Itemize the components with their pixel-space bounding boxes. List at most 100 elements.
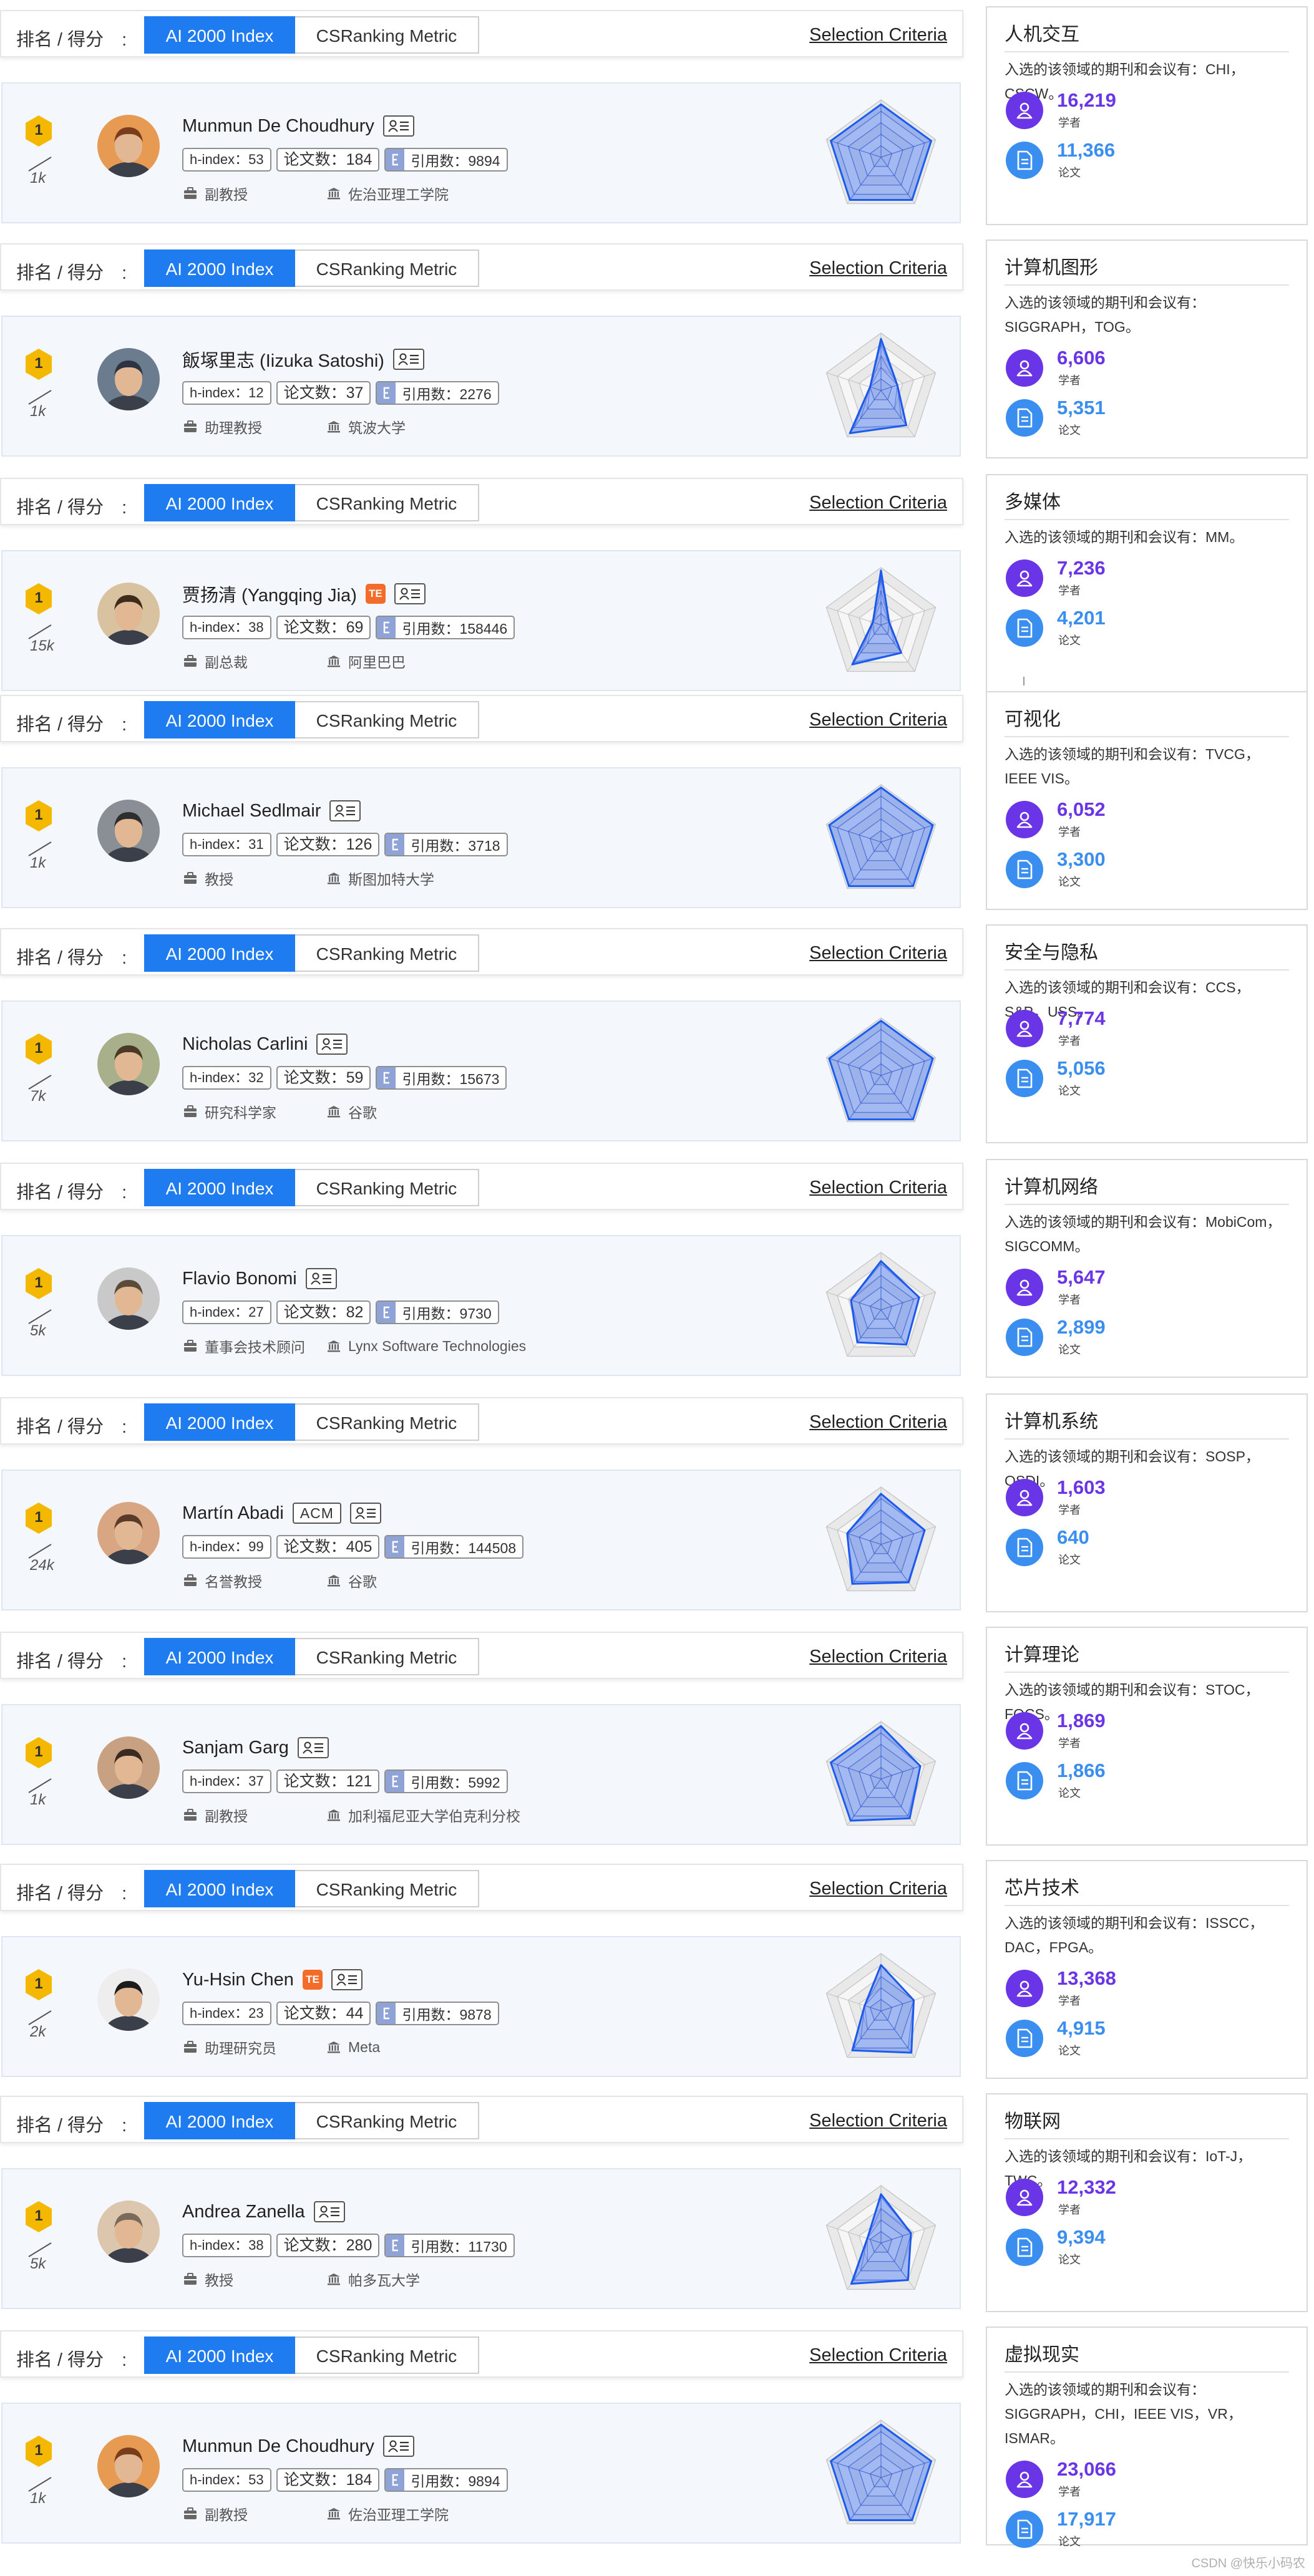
tab-ai2000-index[interactable]: AI 2000 Index — [144, 249, 295, 287]
tab-csranking-metric[interactable]: CSRanking Metric — [295, 934, 479, 972]
tab-ai2000-index[interactable]: AI 2000 Index — [144, 1870, 295, 1907]
tab-csranking-metric[interactable]: CSRanking Metric — [295, 16, 479, 54]
selection-criteria-link[interactable]: Selection Criteria — [809, 943, 947, 964]
author-name[interactable]: Michael Sedlmair — [182, 801, 321, 821]
tab-csranking-metric[interactable]: CSRanking Metric — [295, 1638, 479, 1675]
tab-csranking-metric[interactable]: CSRanking Metric — [295, 484, 479, 521]
profile-card-icon[interactable] — [392, 349, 424, 370]
tab-ai2000-index[interactable]: AI 2000 Index — [144, 1403, 295, 1441]
organization-item[interactable]: 佐治亚理工学院 — [327, 2503, 449, 2524]
profile-card-icon[interactable] — [313, 2201, 345, 2222]
selection-criteria-link[interactable]: Selection Criteria — [809, 1412, 947, 1433]
organization-item[interactable]: 帕多瓦大学 — [327, 2269, 420, 2290]
organization-item[interactable]: 谷歌 — [327, 1570, 377, 1591]
author-name[interactable]: Flavio Bonomi — [182, 1269, 297, 1289]
profile-card-icon[interactable] — [297, 1737, 329, 1758]
author-card[interactable]: 1 1k 飯塚里志 (Iizuka Satoshi) h-index：12 论文数：37… — [1, 316, 961, 457]
selection-criteria-link[interactable]: Selection Criteria — [809, 25, 947, 46]
author-name[interactable]: Martín Abadi — [182, 1503, 284, 1524]
organization-item[interactable]: Lynx Software Technologies — [327, 1338, 526, 1355]
avatar[interactable] — [97, 2435, 160, 2497]
profile-card-icon[interactable] — [349, 1503, 381, 1524]
domain-card[interactable]: 物联网入选的该领域的期刊和会议有：IoT-J，TWC。12,332学者9,394… — [986, 2093, 1308, 2312]
organization-item[interactable]: 佐治亚理工学院 — [327, 183, 449, 204]
author-name[interactable]: Munmun De Choudhury — [182, 116, 374, 137]
author-card[interactable]: 1 1k Sanjam Garg h-index：37 论文数：121 引用数：5992 副… — [1, 1704, 961, 1845]
profile-card-icon[interactable] — [382, 2436, 414, 2457]
avatar[interactable] — [97, 348, 160, 410]
tab-ai2000-index[interactable]: AI 2000 Index — [144, 16, 295, 54]
domain-card[interactable]: 计算理论 入选的该领域的期刊和会议有：STOC，FOCS。 1,869 学者 1,866… — [986, 1627, 1308, 1846]
organization-item[interactable]: 阿里巴巴 — [327, 651, 406, 672]
profile-card-icon[interactable] — [329, 800, 361, 821]
tab-ai2000-index[interactable]: AI 2000 Index — [144, 484, 295, 521]
domain-card[interactable]: 安全与隐私 入选的该领域的期刊和会议有：CCS，S&P，USS。 7,774 学者 5,… — [986, 924, 1308, 1143]
avatar[interactable] — [97, 1033, 160, 1095]
acm-badge[interactable]: ACM — [292, 1503, 341, 1524]
profile-card-icon[interactable] — [305, 1268, 337, 1289]
domain-card[interactable]: 虚拟现实 入选的该领域的期刊和会议有：SIGGRAPH，CHI，IEEE VIS，… — [986, 2327, 1308, 2548]
author-name[interactable]: Sanjam Garg — [182, 1738, 289, 1758]
selection-criteria-link[interactable]: Selection Criteria — [809, 1879, 947, 1899]
domain-card[interactable]: 芯片技术 入选的该领域的期刊和会议有：ISSCC，DAC，FPGA。 13,368 学… — [986, 1860, 1308, 2079]
tab-csranking-metric[interactable]: CSRanking Metric — [295, 1169, 479, 1206]
domain-card[interactable]: 多媒体 入选的该领域的期刊和会议有：MM。 7,236 学者 4,201 论文 — [986, 474, 1308, 693]
author-name[interactable]: Nicholas Carlini — [182, 1034, 308, 1055]
author-card[interactable]: 1 2k Yu-Hsin Chen TE h-index：23 论文数：44 引用数：987… — [1, 1936, 961, 2077]
domain-card[interactable]: 计算机网络 入选的该领域的期刊和会议有：MobiCom，SIGCOMM。 5,647… — [986, 1159, 1308, 1378]
profile-card-icon[interactable] — [382, 115, 414, 137]
selection-criteria-link[interactable]: Selection Criteria — [809, 258, 947, 279]
avatar[interactable] — [97, 115, 160, 177]
selection-criteria-link[interactable]: Selection Criteria — [809, 2111, 947, 2131]
tab-csranking-metric[interactable]: CSRanking Metric — [295, 1403, 479, 1441]
domain-card[interactable]: 可视化 入选的该领域的期刊和会议有：TVCG，IEEE VIS。 6,052 学者 3,… — [986, 691, 1308, 910]
tab-ai2000-index[interactable]: AI 2000 Index — [144, 701, 295, 738]
organization-item[interactable]: Meta — [327, 2039, 380, 2056]
tab-ai2000-index[interactable]: AI 2000 Index — [144, 2102, 295, 2139]
author-card[interactable]: 1 5k Andrea Zanella h-index：38 论文数：280 引用数：11… — [1, 2168, 961, 2309]
selection-criteria-link[interactable]: Selection Criteria — [809, 493, 947, 513]
author-card[interactable]: 1 15k 贾扬清 (Yangqing Jia) TE h-index：38 论文数：69… — [1, 550, 961, 691]
tab-csranking-metric[interactable]: CSRanking Metric — [295, 1870, 479, 1907]
selection-criteria-link[interactable]: Selection Criteria — [809, 2345, 947, 2366]
tab-ai2000-index[interactable]: AI 2000 Index — [144, 1169, 295, 1206]
tab-ai2000-index[interactable]: AI 2000 Index — [144, 2336, 295, 2374]
profile-card-icon[interactable] — [331, 1969, 363, 1990]
domain-card[interactable]: 人机交互 入选的该领域的期刊和会议有：CHI，CSCW。 16,219 学者 11,36… — [986, 6, 1308, 225]
profile-card-icon[interactable] — [394, 583, 426, 604]
author-name[interactable]: 贾扬清 (Yangqing Jia) — [182, 581, 357, 607]
avatar[interactable] — [97, 1736, 160, 1799]
avatar[interactable] — [97, 1968, 160, 2031]
organization-item[interactable]: 筑波大学 — [327, 416, 406, 437]
domain-card[interactable]: 计算机系统入选的该领域的期刊和会议有：SOSP，OSDI。1,603学者640论… — [986, 1393, 1308, 1612]
author-card[interactable]: 1 1k Munmun De Choudhury h-index：53 论文数：184 引… — [1, 2403, 961, 2544]
author-name[interactable]: Andrea Zanella — [182, 2202, 305, 2222]
author-name[interactable]: 飯塚里志 (Iizuka Satoshi) — [182, 346, 384, 372]
tab-csranking-metric[interactable]: CSRanking Metric — [295, 2336, 479, 2374]
avatar[interactable] — [97, 1502, 160, 1564]
author-name[interactable]: Munmun De Choudhury — [182, 2436, 374, 2457]
organization-item[interactable]: 斯图加特大学 — [327, 868, 434, 889]
selection-criteria-link[interactable]: Selection Criteria — [809, 1647, 947, 1667]
selection-criteria-link[interactable]: Selection Criteria — [809, 1178, 947, 1198]
tab-csranking-metric[interactable]: CSRanking Metric — [295, 249, 479, 287]
organization-item[interactable]: 谷歌 — [327, 1101, 377, 1122]
tab-ai2000-index[interactable]: AI 2000 Index — [144, 1638, 295, 1675]
domain-card[interactable]: 计算机图形 入选的该领域的期刊和会议有：SIGGRAPH，TOG。 6,606 学者 5… — [986, 240, 1308, 458]
selection-criteria-link[interactable]: Selection Criteria — [809, 710, 947, 730]
avatar[interactable] — [97, 1267, 160, 1330]
author-card[interactable]: 1 7k Nicholas Carlini h-index：32 论文数：59 引用数：1… — [1, 1000, 961, 1141]
tab-csranking-metric[interactable]: CSRanking Metric — [295, 2102, 479, 2139]
author-card[interactable]: 1 1k Munmun De Choudhury h-index：53 论文数：184 引… — [1, 82, 961, 223]
tab-ai2000-index[interactable]: AI 2000 Index — [144, 934, 295, 972]
author-card[interactable]: 1 1k Michael Sedlmair h-index：31 论文数：126 引用数：… — [1, 767, 961, 908]
author-card[interactable]: 1 24k Martín Abadi ACM h-index：99 论文数：405 引用数：… — [1, 1470, 961, 1610]
avatar[interactable] — [97, 2201, 160, 2263]
avatar[interactable] — [97, 583, 160, 645]
author-name[interactable]: Yu-Hsin Chen — [182, 1970, 294, 1990]
profile-card-icon[interactable] — [316, 1034, 348, 1055]
tab-csranking-metric[interactable]: CSRanking Metric — [295, 701, 479, 738]
organization-item[interactable]: 加利福尼亚大学伯克利分校 — [327, 1804, 520, 1826]
avatar[interactable] — [97, 800, 160, 862]
author-card[interactable]: 1 5k Flavio Bonomi h-index：27 论文数：82 引用数：9730… — [1, 1235, 961, 1376]
